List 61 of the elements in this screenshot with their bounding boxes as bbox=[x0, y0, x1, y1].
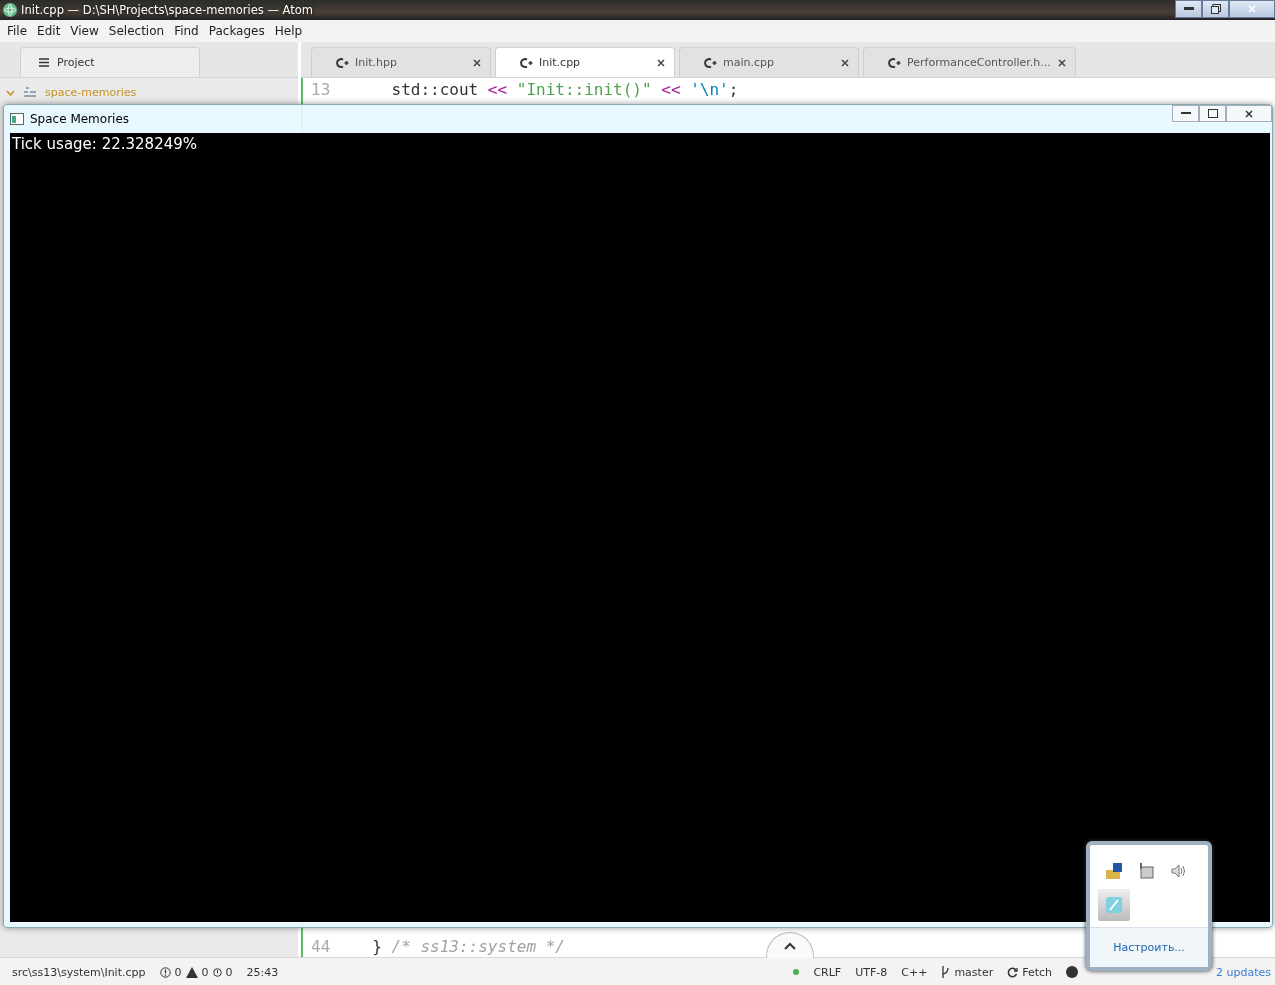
window-title: Space Memories bbox=[30, 112, 131, 126]
maximize-icon bbox=[1207, 109, 1218, 118]
code-line: } /* ss13::system */ bbox=[371, 936, 565, 956]
repo-icon bbox=[23, 86, 37, 99]
error-count: 0 bbox=[174, 965, 182, 979]
error-icon[interactable] bbox=[159, 966, 171, 978]
github-icon[interactable] bbox=[1066, 966, 1078, 978]
close-button[interactable] bbox=[1229, 0, 1275, 18]
branch-icon bbox=[941, 966, 951, 978]
encoding[interactable]: UTF-8 bbox=[855, 965, 888, 979]
menu-item[interactable]: File bbox=[2, 24, 33, 38]
menu-item[interactable]: Find bbox=[169, 24, 204, 38]
minimize-icon bbox=[1180, 112, 1191, 115]
window-icon bbox=[10, 113, 24, 125]
close-icon[interactable] bbox=[1056, 57, 1067, 68]
restore-icon bbox=[1210, 4, 1221, 14]
customize-link[interactable]: Настроить... bbox=[1113, 941, 1185, 954]
warning-icon[interactable] bbox=[185, 966, 198, 978]
menu-item[interactable]: Selection bbox=[103, 24, 170, 38]
file-path[interactable]: src\ss13\system\Init.cpp bbox=[12, 965, 146, 979]
git-branch[interactable]: master bbox=[954, 965, 994, 979]
file-tab[interactable]: Init.cpp bbox=[495, 47, 675, 77]
menu-item[interactable]: Help bbox=[269, 24, 308, 38]
menu-item[interactable]: Packages bbox=[203, 24, 270, 38]
window-title: Init.cpp — D:\SH\Projects\space-memories — Atom bbox=[21, 3, 315, 17]
cursor-position[interactable]: 25:43 bbox=[246, 965, 279, 979]
atom-logo-icon bbox=[3, 3, 17, 17]
caret-icon bbox=[784, 941, 796, 950]
line-number: 44 bbox=[310, 936, 332, 956]
file-tab[interactable]: main.cpp bbox=[679, 47, 859, 77]
close-icon[interactable] bbox=[656, 57, 666, 68]
grammar[interactable]: C++ bbox=[901, 965, 928, 979]
cpp-file-icon bbox=[336, 56, 349, 69]
refresh-icon bbox=[1007, 966, 1019, 978]
close-icon[interactable] bbox=[1244, 108, 1254, 119]
menu-item[interactable]: View bbox=[65, 24, 104, 38]
updates-link[interactable]: 2 updates bbox=[1216, 965, 1275, 979]
fetch-button[interactable]: Fetch bbox=[1022, 965, 1052, 979]
restore-button[interactable] bbox=[1202, 0, 1229, 18]
minimize-button[interactable] bbox=[1172, 105, 1199, 122]
close-icon[interactable] bbox=[840, 57, 850, 68]
file-tab[interactable]: PerformanceController.h... bbox=[863, 47, 1076, 77]
minimize-button[interactable] bbox=[1175, 0, 1202, 18]
warning-count: 0 bbox=[201, 965, 209, 979]
line-ending[interactable]: CRLF bbox=[813, 965, 842, 979]
menu-item[interactable]: Edit bbox=[32, 24, 66, 38]
file-tab[interactable]: Init.hpp bbox=[311, 47, 491, 77]
cpp-file-icon bbox=[520, 56, 533, 69]
status-dot-icon bbox=[793, 969, 800, 975]
info-icon[interactable] bbox=[212, 967, 222, 977]
close-icon[interactable] bbox=[472, 57, 482, 68]
info-count: 0 bbox=[225, 965, 233, 979]
console-output: Tick usage: 22.328249% bbox=[12, 135, 198, 153]
minimize-icon bbox=[1183, 7, 1194, 11]
line-number: 13 bbox=[310, 79, 332, 99]
cpp-file-icon bbox=[888, 56, 901, 69]
list-icon bbox=[39, 58, 49, 67]
project-tab[interactable]: Project bbox=[20, 47, 200, 77]
cpp-file-icon bbox=[704, 56, 717, 69]
maximize-button[interactable] bbox=[1199, 105, 1226, 122]
code-line: std::cout << "Init::init()" << '\n'; bbox=[390, 79, 739, 99]
